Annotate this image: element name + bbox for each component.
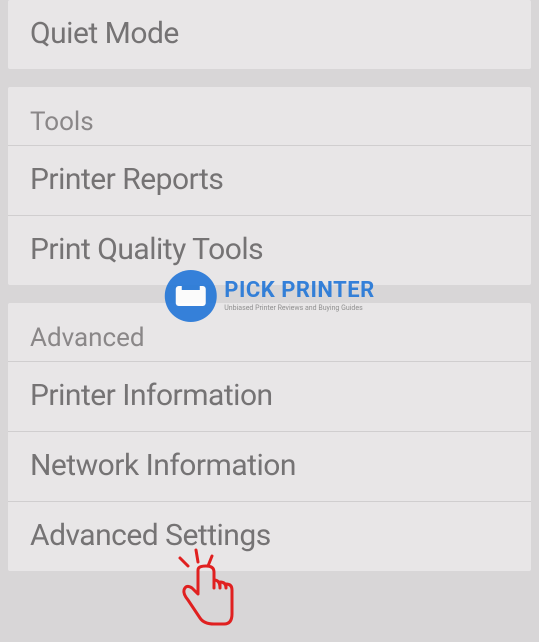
menu-item-print-quality-tools[interactable]: Print Quality Tools [8, 215, 531, 285]
section-tools: Tools Printer Reports Print Quality Tool… [8, 87, 531, 285]
menu-item-printer-reports[interactable]: Printer Reports [8, 145, 531, 215]
menu-item-advanced-settings[interactable]: Advanced Settings [8, 501, 531, 571]
section-header-advanced: Advanced [8, 303, 531, 361]
section-general: Quiet Mode [8, 0, 531, 69]
section-header-tools: Tools [8, 87, 531, 145]
menu-item-network-information[interactable]: Network Information [8, 431, 531, 501]
menu-item-quiet-mode[interactable]: Quiet Mode [8, 0, 531, 69]
section-advanced: Advanced Printer Information Network Inf… [8, 303, 531, 571]
menu-item-printer-information[interactable]: Printer Information [8, 361, 531, 431]
